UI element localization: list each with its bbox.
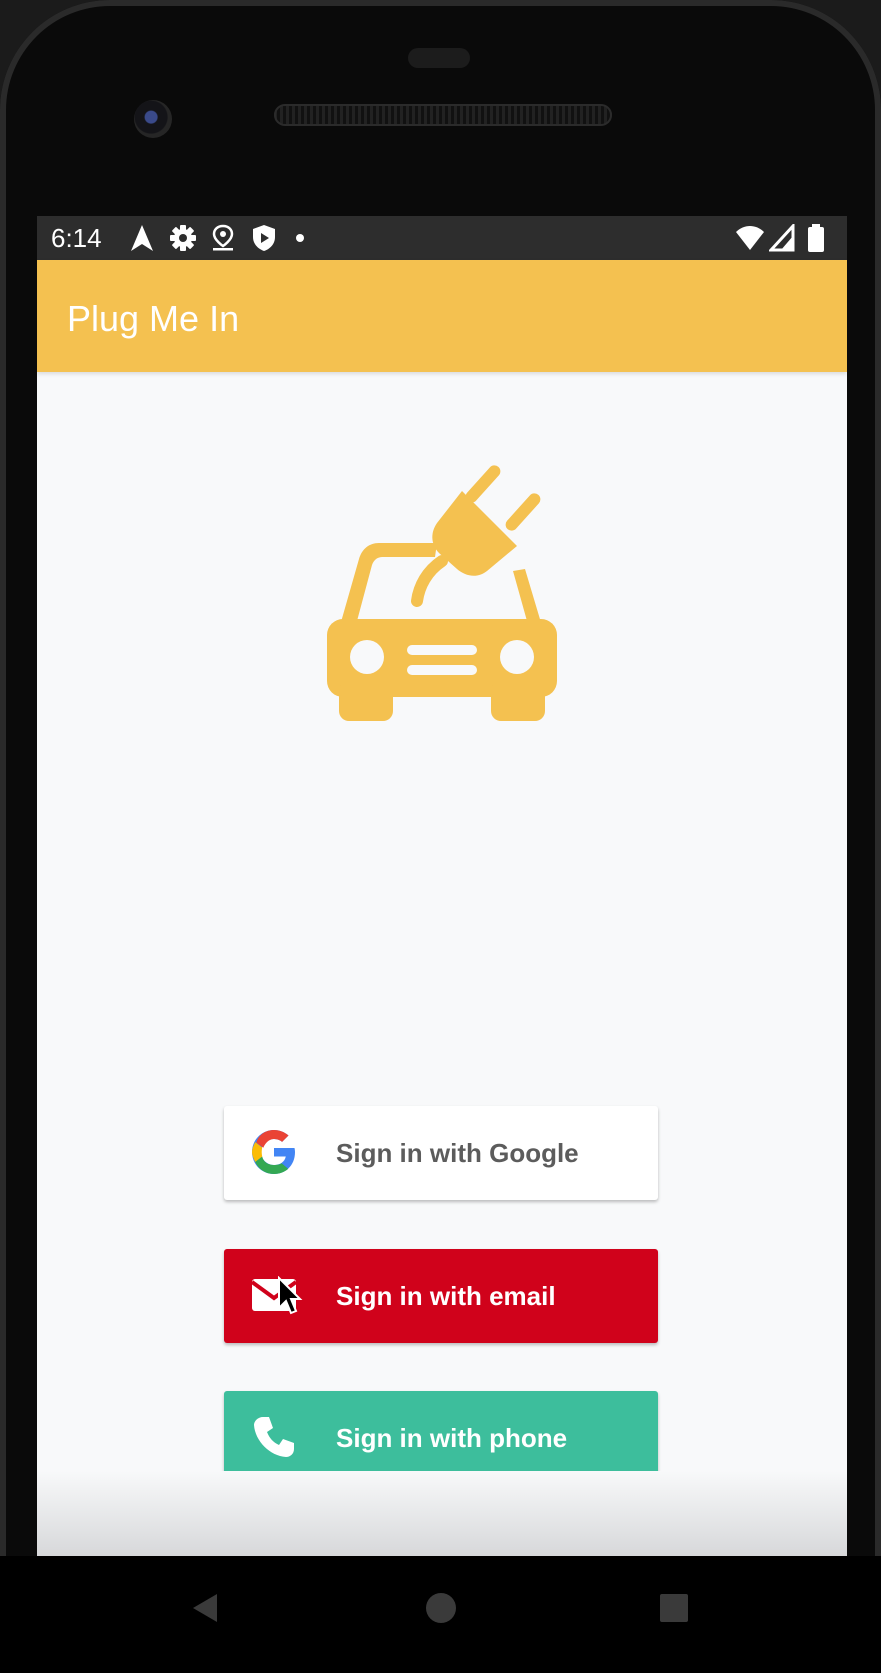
sign-in-google-label: Sign in with Google xyxy=(336,1138,579,1168)
wifi-icon xyxy=(736,226,764,250)
notification-dot-icon xyxy=(296,234,304,242)
status-time: 6:14 xyxy=(51,223,102,253)
status-icons-right xyxy=(735,224,835,252)
bottom-fade xyxy=(37,1471,847,1556)
signal-icon xyxy=(769,224,795,252)
status-bar: 6:14 xyxy=(37,216,847,260)
device-screen: 6:14 Plug Me In Sign in with Google Sign… xyxy=(37,216,847,1556)
sign-in-phone-label: Sign in with phone xyxy=(336,1423,568,1453)
home-icon[interactable] xyxy=(421,1588,461,1628)
navigation-bar xyxy=(0,1556,881,1673)
shield-icon xyxy=(253,225,275,251)
phone-frame: 6:14 Plug Me In Sign in with Google Sign… xyxy=(0,0,881,1673)
earpiece xyxy=(408,48,470,68)
recents-icon[interactable] xyxy=(654,1588,694,1628)
battery-icon xyxy=(808,224,824,252)
navigation-icon xyxy=(131,225,153,251)
phone-icon xyxy=(254,1417,294,1457)
sign-in-email-label: Sign in with email xyxy=(336,1281,556,1311)
settings-icon xyxy=(170,225,196,251)
location-icon xyxy=(212,224,234,251)
back-icon[interactable] xyxy=(185,1588,225,1628)
front-camera xyxy=(134,100,172,138)
app-title: Plug Me In xyxy=(67,298,240,339)
sign-in-google-button[interactable]: Sign in with Google xyxy=(224,1106,658,1200)
electric-car-plug-icon xyxy=(327,465,557,721)
app-bar: Plug Me In xyxy=(37,260,847,372)
mouse-cursor-icon xyxy=(278,1276,303,1315)
speaker-grille xyxy=(274,104,612,126)
google-icon xyxy=(252,1130,295,1174)
